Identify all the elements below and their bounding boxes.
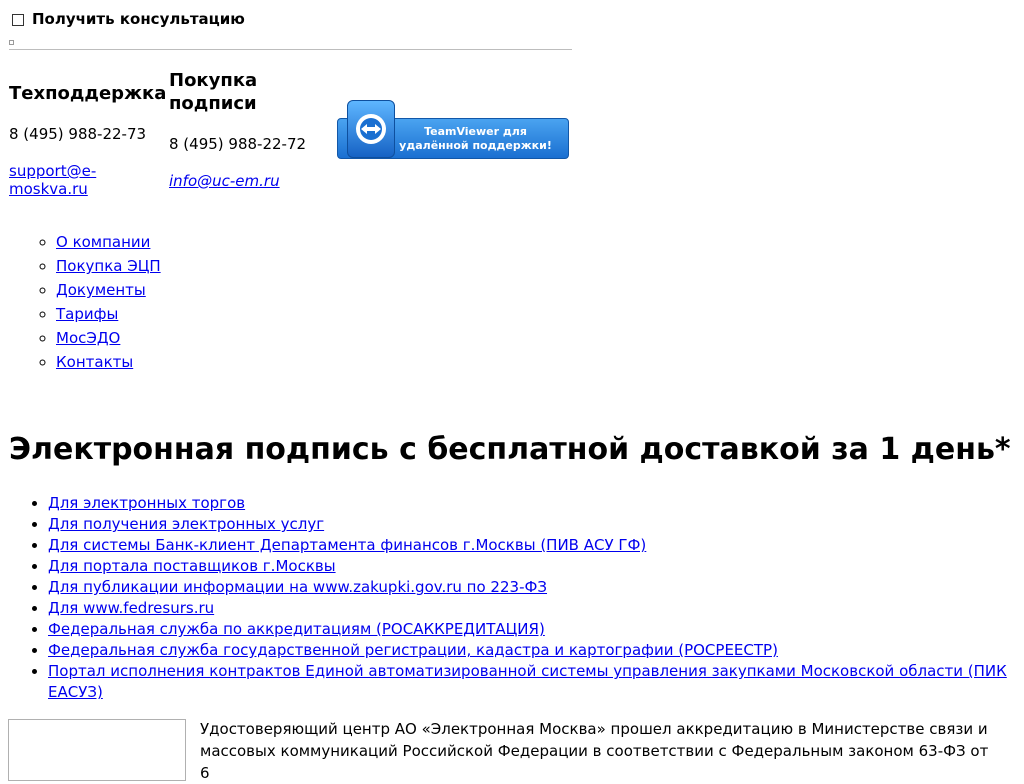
support-phone: 8 (495) 988-22-73 <box>9 125 147 143</box>
nav-item-contacts: Контакты <box>56 350 161 374</box>
service-link[interactable]: Для публикации информации на www.zakupki… <box>48 578 547 596</box>
teamviewer-line1: TeamViewer для <box>424 124 527 138</box>
list-item: Для электронных торгов <box>48 493 1008 514</box>
purchase-phone: 8 (495) 988-22-72 <box>169 135 307 153</box>
consultation-toggle[interactable]: Получить консультацию <box>12 10 245 28</box>
small-square-icon <box>9 40 14 45</box>
list-item: Для портала поставщиков г.Москвы <box>48 556 1008 577</box>
nav-link-tariffs[interactable]: Тарифы <box>56 305 118 323</box>
service-link[interactable]: Федеральная служба государственной регис… <box>48 641 778 659</box>
list-item: Федеральная служба по аккредитациям (РОС… <box>48 619 1008 640</box>
teamviewer-line2: удалённой поддержки! <box>399 138 552 152</box>
list-item: Для www.fedresurs.ru <box>48 598 1008 619</box>
consultation-checkbox[interactable] <box>12 14 24 26</box>
nav-item-mosedo: МосЭДО <box>56 326 161 350</box>
list-item: Федеральная служба государственной регис… <box>48 640 1008 661</box>
teamviewer-arrows-icon <box>356 114 386 144</box>
support-title: Техподдержка <box>9 83 167 104</box>
list-item: Для получения электронных услуг <box>48 514 1008 535</box>
nav-link-about[interactable]: О компании <box>56 233 150 251</box>
accreditation-paragraph: Удостоверяющий центр АО «Электронная Мос… <box>200 720 989 782</box>
service-link[interactable]: Для электронных торгов <box>48 494 245 512</box>
list-item: Портал исполнения контрактов Единой авто… <box>48 661 1008 703</box>
list-item: Для системы Банк-клиент Департамента фин… <box>48 535 1008 556</box>
header-divider <box>9 49 572 50</box>
nav-link-buy-ecp[interactable]: Покупка ЭЦП <box>56 257 161 275</box>
nav-item-tariffs: Тарифы <box>56 302 161 326</box>
nav-item-about: О компании <box>56 230 161 254</box>
service-link[interactable]: Для системы Банк-клиент Департамента фин… <box>48 536 646 554</box>
nav-item-documents: Документы <box>56 278 161 302</box>
support-email-link[interactable]: support@e-moskva.ru <box>9 162 96 198</box>
purchase-contact-block: Покупка подписи 8 (495) 988-22-72 info@u… <box>169 69 329 190</box>
teamviewer-logo-icon[interactable] <box>347 100 395 158</box>
content-image-placeholder <box>8 719 186 781</box>
nav-item-buy-ecp: Покупка ЭЦП <box>56 254 161 278</box>
service-link[interactable]: Для www.fedresurs.ru <box>48 599 214 617</box>
service-link[interactable]: Федеральная служба по аккредитациям (РОС… <box>48 620 545 638</box>
nav-link-contacts[interactable]: Контакты <box>56 353 133 371</box>
consultation-label: Получить консультацию <box>32 10 245 28</box>
nav-link-documents[interactable]: Документы <box>56 281 146 299</box>
nav-link-mosedo[interactable]: МосЭДО <box>56 329 120 347</box>
support-contact-block: Техподдержка 8 (495) 988-22-73 support@e… <box>9 82 169 198</box>
page-title: Электронная подпись с бесплатной доставк… <box>9 432 1011 467</box>
service-link[interactable]: Портал исполнения контрактов Единой авто… <box>48 662 1007 701</box>
services-list: Для электронных торгов Для получения эле… <box>8 493 1008 703</box>
service-link[interactable]: Для портала поставщиков г.Москвы <box>48 557 336 575</box>
service-link[interactable]: Для получения электронных услуг <box>48 515 324 533</box>
purchase-email-link[interactable]: info@uc-em.ru <box>169 172 280 190</box>
list-item: Для публикации информации на www.zakupki… <box>48 577 1008 598</box>
main-navigation: О компании Покупка ЭЦП Документы Тарифы … <box>16 230 161 374</box>
purchase-title: Покупка подписи <box>169 70 258 114</box>
